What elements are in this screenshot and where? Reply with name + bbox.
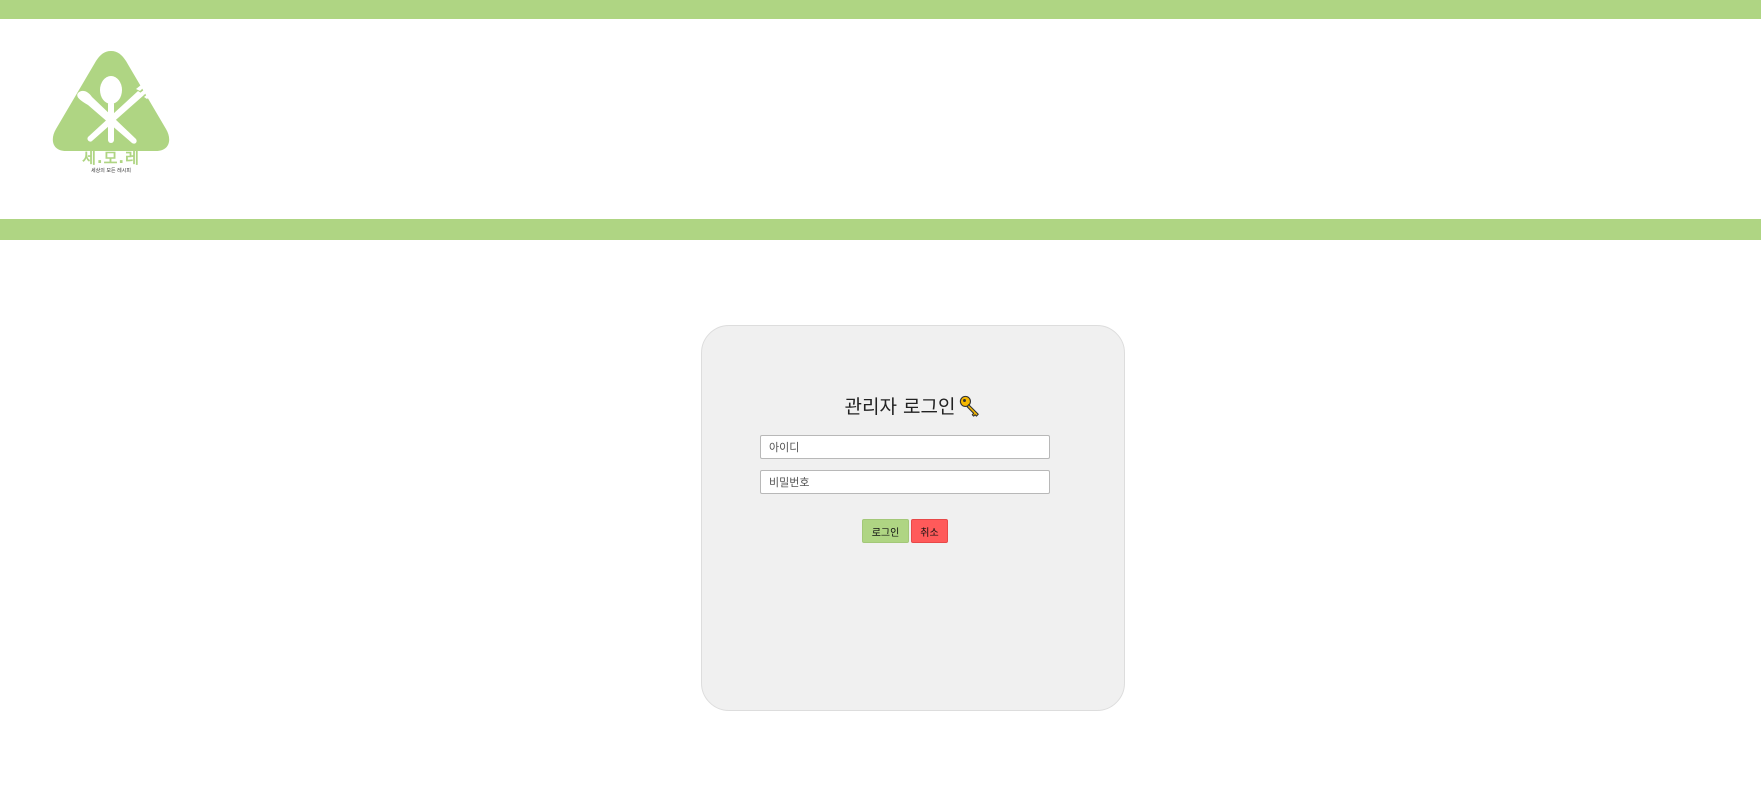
cancel-button[interactable]: 취소 bbox=[911, 519, 948, 543]
site-logo[interactable]: 세.모.레 세상의 모든 레시피 bbox=[48, 47, 174, 191]
key-icon bbox=[960, 395, 980, 417]
site-header: 세.모.레 세상의 모든 레시피 bbox=[0, 19, 1761, 219]
login-title-text: 관리자 로그인 bbox=[844, 396, 956, 418]
nav-bar bbox=[0, 219, 1761, 240]
login-title: 관리자 로그인 bbox=[702, 392, 1124, 419]
logo-subtitle: 세상의 모든 레시피 bbox=[91, 168, 131, 174]
username-input[interactable] bbox=[760, 435, 1050, 459]
password-input[interactable] bbox=[760, 470, 1050, 494]
login-button[interactable]: 로그인 bbox=[862, 519, 909, 543]
login-card: 관리자 로그인 로그인 취소 bbox=[701, 325, 1125, 711]
logo-title: 세.모.레 bbox=[82, 149, 140, 167]
top-accent-bar bbox=[0, 0, 1761, 19]
